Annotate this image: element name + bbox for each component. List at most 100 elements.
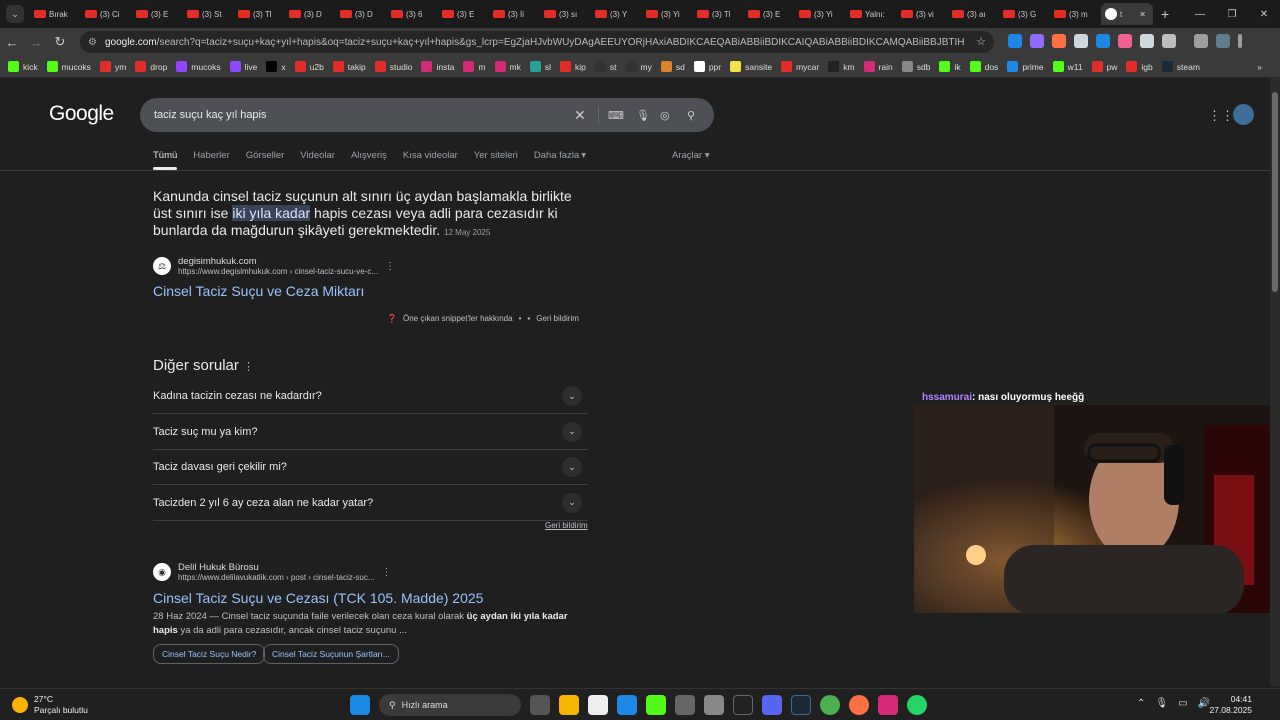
bookmark-item[interactable]: ik: [939, 61, 961, 72]
tools-button[interactable]: Araçlar ▾: [672, 150, 710, 161]
tab-search-menu[interactable]: ⌄: [6, 5, 24, 23]
chrome-icon[interactable]: [820, 695, 840, 715]
paa-feedback-link[interactable]: Geri bildirim: [545, 521, 588, 530]
search-tab[interactable]: Alışveriş: [351, 150, 387, 161]
bookmark-item[interactable]: my: [625, 61, 652, 72]
minimize-button[interactable]: —: [1184, 0, 1216, 28]
app-icon[interactable]: [646, 695, 666, 715]
chevron-down-icon[interactable]: ⌄: [562, 492, 582, 513]
chevron-down-icon[interactable]: ⌄: [562, 457, 582, 477]
bookmark-item[interactable]: dos: [969, 61, 998, 72]
search-tab[interactable]: Görseller: [246, 150, 285, 161]
browser-tab[interactable]: (3) G: [999, 3, 1050, 25]
bookmark-item[interactable]: sdb: [901, 61, 930, 72]
search-box[interactable]: taciz suçu kaç yıl hapis ✕ ⌨ 🎙 ◎ ⚲: [140, 98, 714, 132]
bookmark-item[interactable]: insta: [421, 61, 454, 72]
app-icon[interactable]: [733, 695, 753, 715]
browser-tab[interactable]: (3) 6: [387, 3, 438, 25]
bookmark-item[interactable]: kip: [560, 61, 586, 72]
bookmark-item[interactable]: ppr: [693, 61, 721, 72]
paa-question[interactable]: Tacizden 2 yıl 6 ay ceza alan ne kadar y…: [153, 486, 588, 521]
browser-tab[interactable]: (3) İi: [489, 3, 540, 25]
extension-icon[interactable]: [1096, 34, 1110, 48]
reload-button[interactable]: ↻: [48, 34, 72, 50]
more-options-icon[interactable]: ⋮: [243, 361, 254, 373]
bookmark-item[interactable]: km: [828, 61, 855, 72]
bookmark-item[interactable]: u2b: [294, 61, 324, 72]
feedback-link[interactable]: Geri bildirim: [536, 314, 579, 323]
weather-widget[interactable]: 27°C Parçalı bulutlu: [12, 694, 88, 716]
featured-source[interactable]: ⚖ degisimhukuk.com https://www.degisimhuk…: [153, 256, 395, 276]
more-options-icon[interactable]: ⋮: [382, 567, 392, 578]
steam-icon[interactable]: [791, 695, 811, 715]
app-icon[interactable]: [704, 695, 724, 715]
bookmark-item[interactable]: m: [463, 61, 486, 72]
search-tab[interactable]: Tümü: [153, 150, 178, 170]
browser-tab[interactable]: (3) E: [438, 3, 489, 25]
result2-title[interactable]: Cinsel Taciz Suçu ve Cezası (TCK 105. Ma…: [153, 590, 483, 606]
bookmark-item[interactable]: studio: [374, 61, 412, 72]
search-icon[interactable]: ⚲: [687, 109, 695, 122]
bookmark-item[interactable]: mk: [494, 61, 521, 72]
close-tab-icon[interactable]: ✕: [1139, 10, 1146, 19]
scrollbar-thumb[interactable]: [1272, 92, 1278, 292]
search-tab[interactable]: Kısa videolar: [403, 150, 458, 161]
keyboard-icon[interactable]: ⌨: [608, 109, 624, 122]
address-bar[interactable]: ⚙ google.com/search?q=taciz+suçu+kaç+yıl…: [80, 31, 994, 53]
search-tab[interactable]: Yer siteleri: [474, 150, 518, 161]
bookmark-item[interactable]: mucoks: [46, 61, 91, 72]
bookmark-item[interactable]: igb: [1126, 61, 1153, 72]
browser-tab[interactable]: (3) D: [285, 3, 336, 25]
bookmark-item[interactable]: drop: [135, 61, 167, 72]
site-info-icon[interactable]: ⚙: [88, 37, 97, 48]
bookmark-item[interactable]: kick: [8, 61, 38, 72]
extension-icon[interactable]: [1140, 34, 1154, 48]
browser-tab[interactable]: (3) vi: [897, 3, 948, 25]
volume-icon[interactable]: 🔊: [1198, 698, 1210, 709]
browser-tab[interactable]: (3) aı: [948, 3, 999, 25]
bookmark-item[interactable]: sl: [529, 61, 551, 72]
discord-icon[interactable]: [762, 695, 782, 715]
browser-tab[interactable]: (3) Tl: [234, 3, 285, 25]
bookmark-item[interactable]: w11: [1052, 61, 1083, 72]
app-icon[interactable]: [675, 695, 695, 715]
forward-button[interactable]: →: [24, 35, 48, 50]
chevron-down-icon[interactable]: ⌄: [562, 421, 582, 442]
bookmark-item[interactable]: mycar: [781, 61, 819, 72]
browser-tab[interactable]: (3) E: [744, 3, 795, 25]
task-view-icon[interactable]: [530, 695, 550, 715]
browser-tab[interactable]: (3) Yi: [795, 3, 846, 25]
bookmark-item[interactable]: live: [229, 61, 257, 72]
search-tab[interactable]: Daha fazla: [534, 150, 579, 161]
network-icon[interactable]: ▭: [1178, 698, 1187, 709]
reading-list-icon[interactable]: [1194, 34, 1208, 48]
start-windows-icon[interactable]: [350, 695, 370, 715]
account-avatar[interactable]: [1233, 104, 1254, 125]
active-tab[interactable]: t ✕: [1101, 3, 1153, 25]
google-apps-icon[interactable]: ⋮⋮: [1208, 108, 1234, 124]
file-explorer-icon[interactable]: [559, 695, 579, 715]
firefox-icon[interactable]: [849, 695, 869, 715]
paa-question[interactable]: Kadına tacizin cezası ne kadardır? ⌄: [153, 379, 588, 414]
back-button[interactable]: ←: [0, 35, 24, 50]
more-options-icon[interactable]: ⋮: [385, 261, 395, 272]
bookmark-item[interactable]: st: [594, 61, 617, 72]
whatsapp-icon[interactable]: [907, 695, 927, 715]
lens-icon[interactable]: ◎: [660, 109, 670, 122]
related-chip[interactable]: Cinsel Taciz Suçu Nedir?: [153, 644, 266, 664]
bookmark-item[interactable]: pw: [1091, 61, 1117, 72]
related-chip[interactable]: Cinsel Taciz Suçunun Şartları...: [263, 644, 399, 664]
tray-chevron-icon[interactable]: ⌃: [1137, 698, 1145, 709]
restore-button[interactable]: ❐: [1216, 0, 1248, 28]
new-tab-button[interactable]: +: [1161, 6, 1169, 22]
close-window-button[interactable]: ✕: [1248, 0, 1280, 28]
instagram-icon[interactable]: [878, 695, 898, 715]
browser-tab[interactable]: (3) Tl: [693, 3, 744, 25]
extensions-puzzle-icon[interactable]: [1162, 34, 1176, 48]
page-scrollbar[interactable]: [1270, 78, 1280, 686]
bookmark-item[interactable]: steam: [1161, 61, 1200, 72]
extension-icon[interactable]: [1008, 34, 1022, 48]
paa-question[interactable]: Taciz suç mu ya kim? ⌄: [153, 415, 588, 450]
chevron-down-icon[interactable]: ⌄: [562, 386, 582, 406]
bookmark-item[interactable]: rain: [863, 61, 893, 72]
